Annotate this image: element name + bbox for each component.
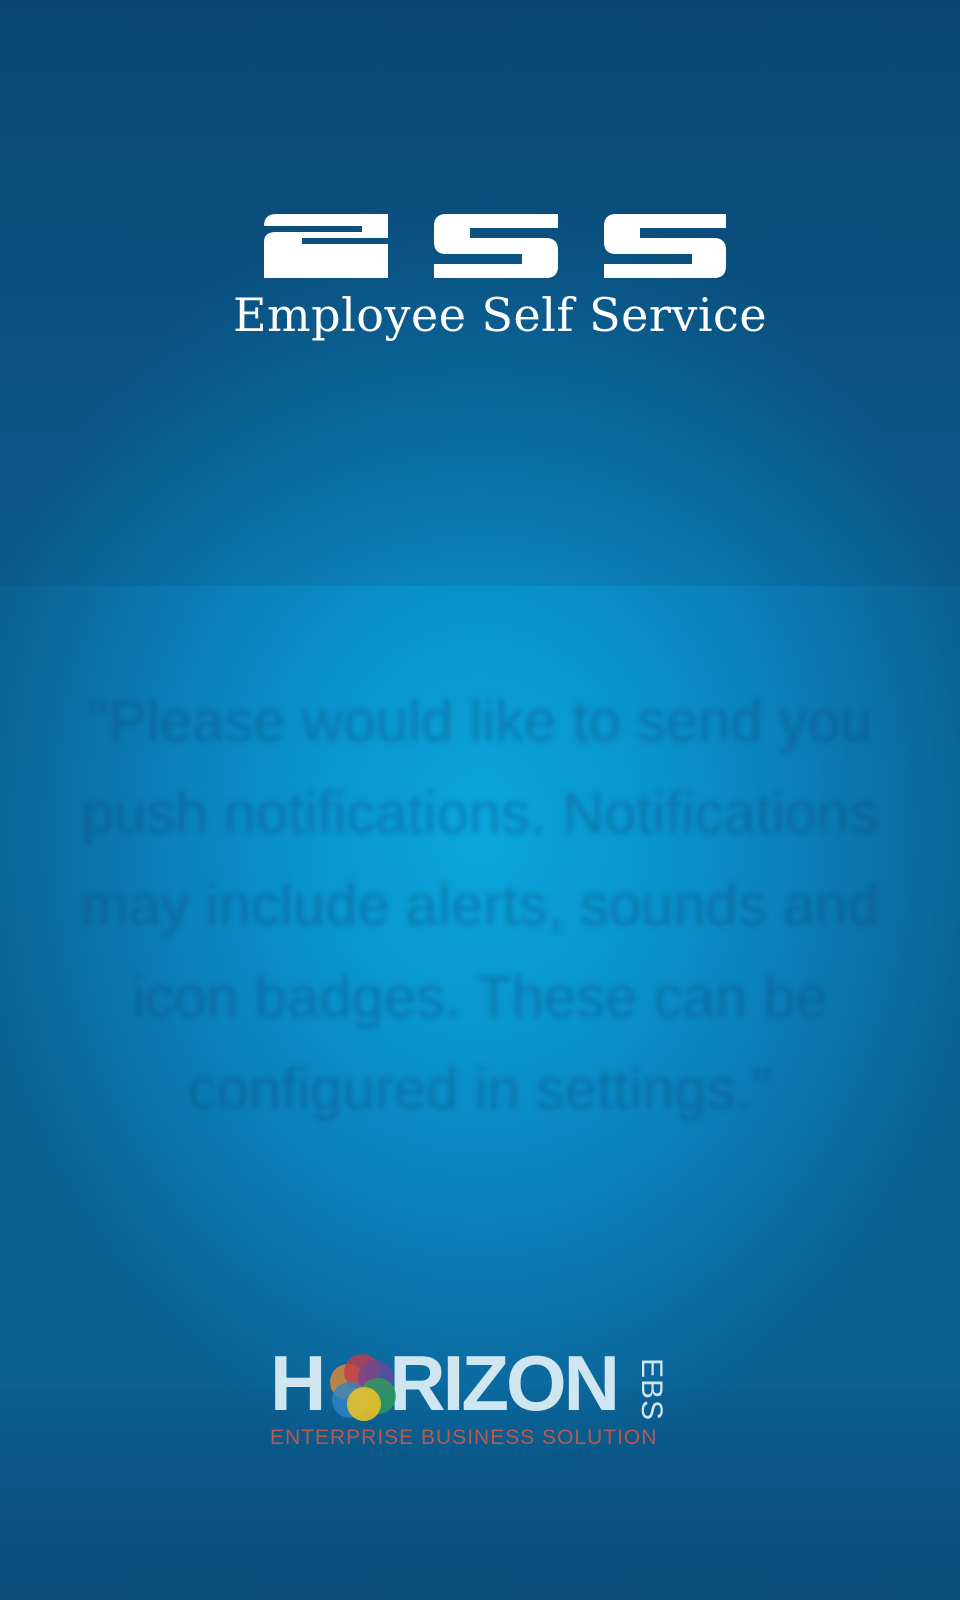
faded-notification-text: "Please would like to send you push noti… (80, 689, 880, 1122)
logo-suffix: EBS (635, 1358, 668, 1422)
ess-logo-icon (264, 214, 726, 278)
horizon-ebs-logo: H RIZON EBS ENTERPRISE BUSINESS SOLUTION (270, 1344, 682, 1452)
logo-wordmark-rizon: RIZON (389, 1339, 620, 1427)
logo-wordmark-h: H (270, 1339, 326, 1427)
overlapping-circles-icon (330, 1354, 396, 1421)
logo-tagline: ENTERPRISE BUSINESS SOLUTION (270, 1426, 658, 1449)
app-subtitle: Employee Self Service (232, 288, 768, 342)
ess-logo (264, 214, 726, 278)
logo-wordmark: H RIZON (270, 1339, 620, 1427)
